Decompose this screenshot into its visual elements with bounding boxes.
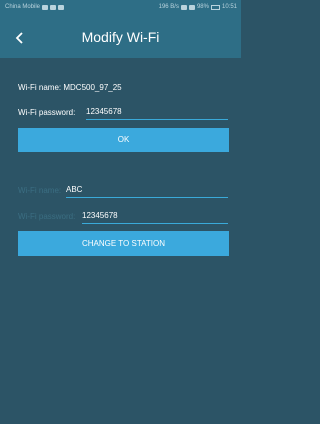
network-speed: 196 B/s <box>158 4 179 10</box>
wifi-name-row: Wi-Fi name: MDC500_97_25 <box>18 83 122 92</box>
wifi-password-field[interactable]: 12345678 <box>86 106 228 120</box>
station-name-field[interactable]: ABC <box>66 184 228 198</box>
message-icon <box>58 4 65 10</box>
wifi-password-label: Wi-Fi password: <box>18 108 76 117</box>
battery-percent: 98% <box>196 4 209 10</box>
app-icon <box>50 4 57 10</box>
status-bar: China Mobile 196 B/s 98% 10:51 <box>0 0 241 16</box>
notification-icon <box>42 4 49 10</box>
page-title: Modify Wi-Fi <box>81 29 160 45</box>
battery-icon <box>210 4 220 10</box>
change-to-station-button[interactable]: CHANGE TO STATION <box>18 231 229 256</box>
wifi-name-value: MDC500_97_25 <box>63 83 122 92</box>
cell-signal-icon <box>188 4 195 10</box>
wifi-name-label: Wi-Fi name: <box>18 83 62 92</box>
station-password-label: Wi-Fi password: <box>18 212 76 221</box>
station-password-field[interactable]: 12345678 <box>82 210 228 224</box>
ok-button[interactable]: OK <box>18 128 229 152</box>
status-right: 196 B/s 98% 10:51 <box>159 4 237 10</box>
app-header: Modify Wi-Fi <box>0 16 241 58</box>
station-name-label: Wi-Fi name: <box>18 186 62 195</box>
wifi-signal-icon <box>180 4 187 10</box>
clock: 10:51 <box>221 4 237 10</box>
carrier-label: China Mobile <box>5 4 41 10</box>
status-left: China Mobile <box>5 4 65 10</box>
